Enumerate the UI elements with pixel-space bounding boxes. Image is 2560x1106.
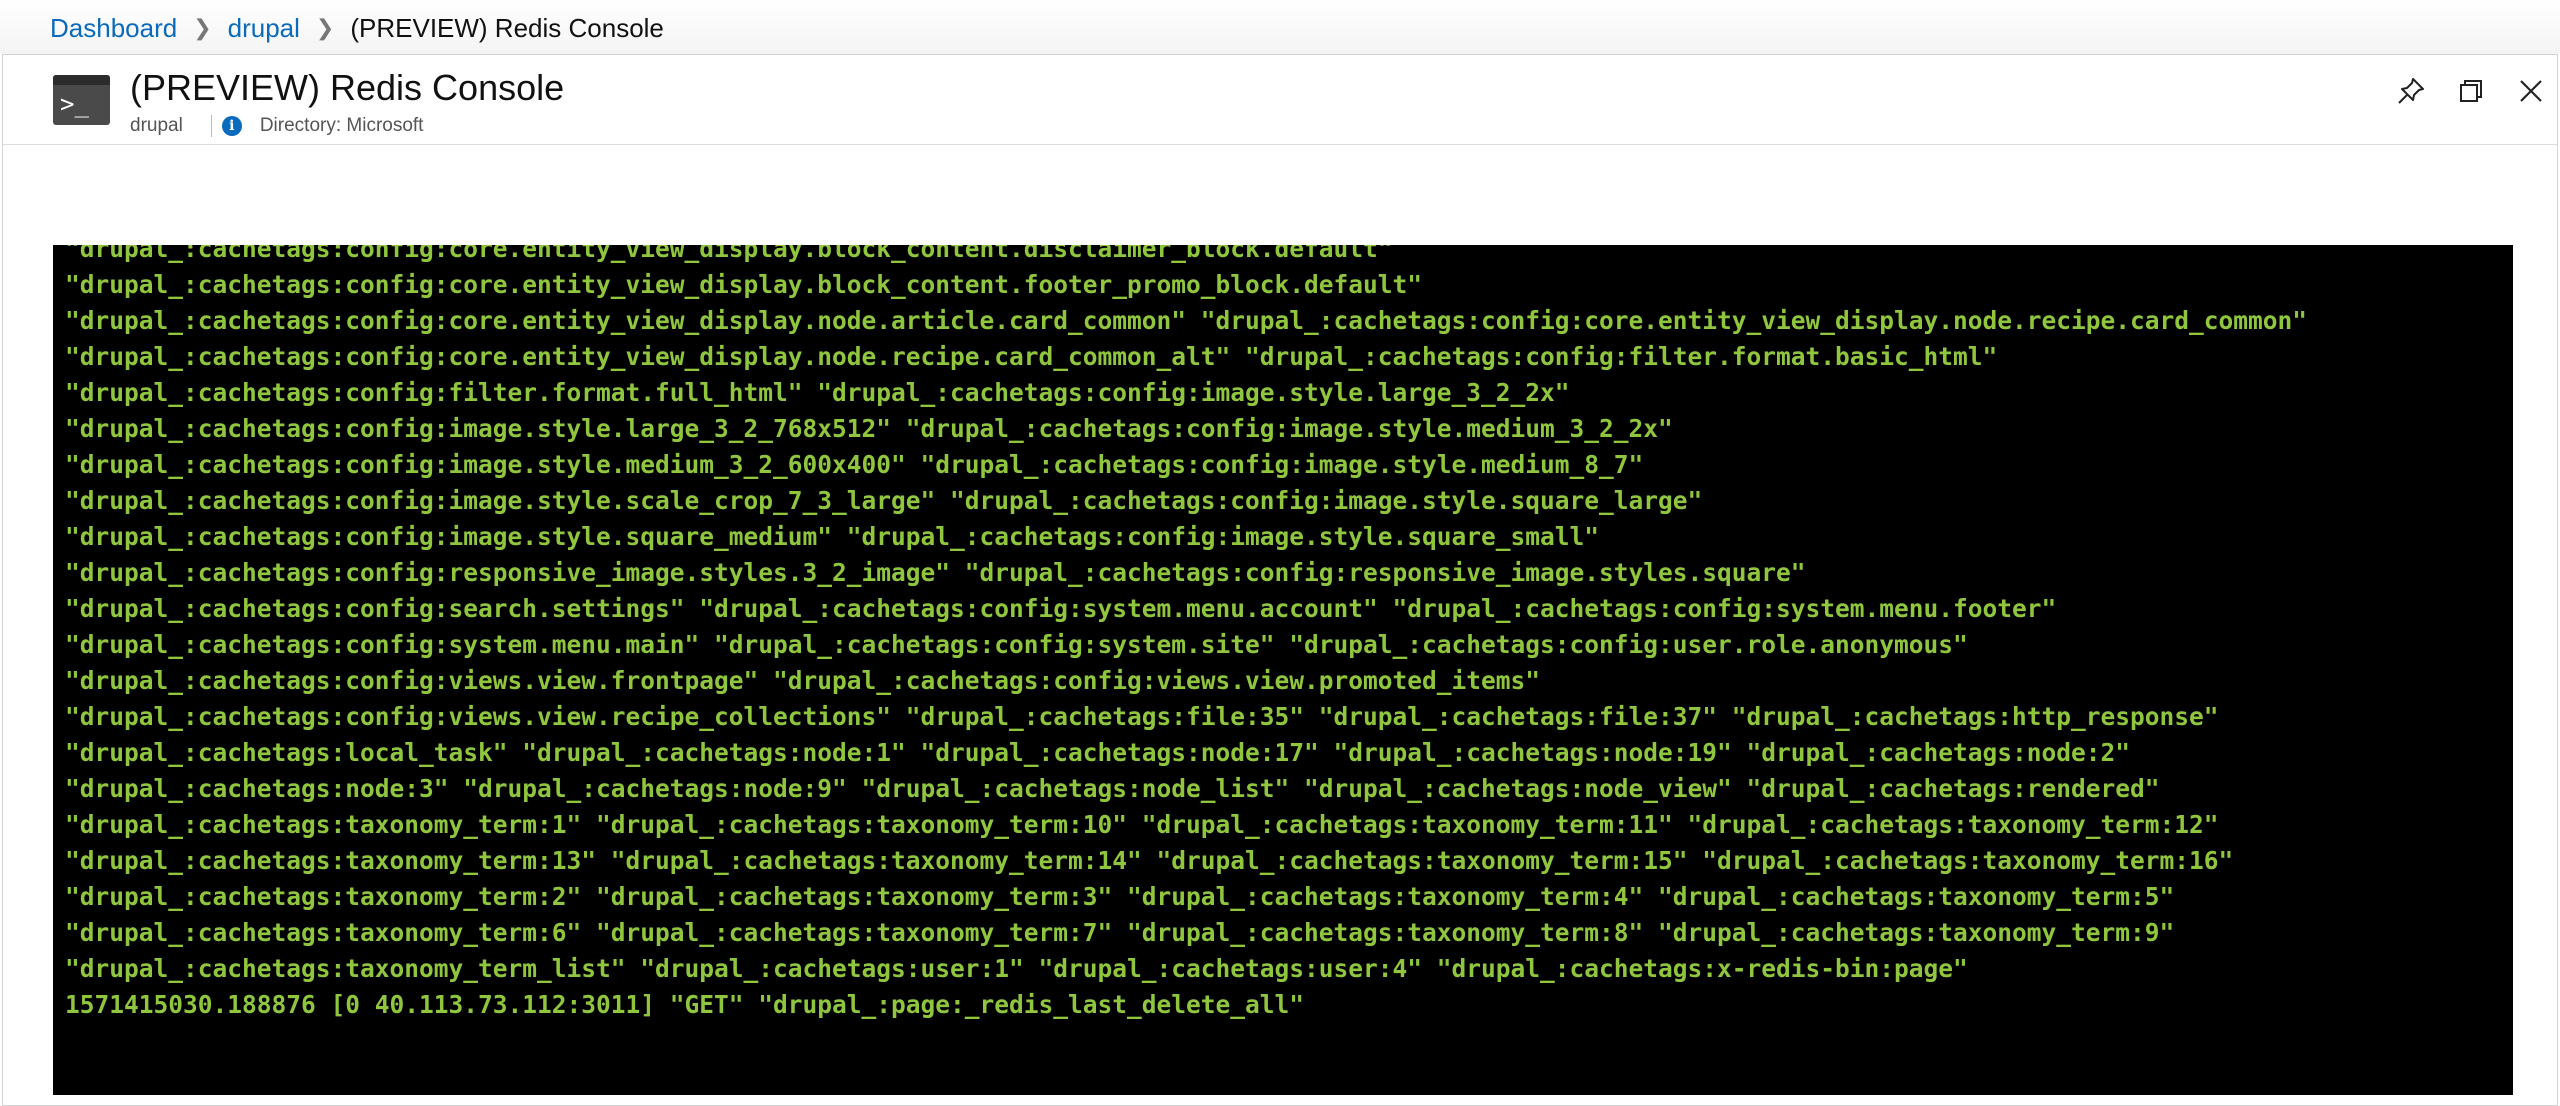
console-line: "drupal_:cachetags:config:responsive_ima… [65, 558, 1806, 587]
console-line: "drupal_:cachetags:config:views.view.fro… [65, 666, 1541, 695]
breadcrumb-drupal[interactable]: drupal [228, 13, 300, 44]
page-title: (PREVIEW) Redis Console [130, 67, 565, 108]
console-line: "drupal_:cachetags:config:image.style.sc… [65, 486, 1703, 515]
console-line: "drupal_:cachetags:config:filter.format.… [65, 378, 1570, 407]
close-icon [2520, 80, 2542, 102]
console-line: "drupal_:cachetags:config:core.entity_vi… [65, 270, 1423, 299]
resource-name: drupal [130, 115, 183, 136]
subtitle-divider [210, 115, 212, 137]
maximize-button[interactable] [2451, 71, 2491, 111]
breadcrumb: Dashboard ❯ drupal ❯ (PREVIEW) Redis Con… [50, 12, 664, 44]
breadcrumb-dashboard[interactable]: Dashboard [50, 13, 177, 44]
pin-button[interactable] [2391, 71, 2431, 111]
redis-console-output[interactable]: "drupal_:cachetags:config:core.entity_vi… [53, 245, 2513, 1095]
breadcrumb-current: (PREVIEW) Redis Console [350, 12, 664, 43]
console-line: "drupal_:cachetags:config:image.style.sq… [65, 522, 1600, 551]
console-line: "drupal_:cachetags:taxonomy_term:2" "dru… [65, 882, 2175, 911]
redis-console-blade: >_ (PREVIEW) Redis Console drupal i Dire… [2, 54, 2558, 1106]
console-line: "drupal_:cachetags:config:search.setting… [65, 594, 2057, 623]
console-line: "drupal_:cachetags:taxonomy_term:13" "dr… [65, 846, 2234, 875]
directory-label: Directory: Microsoft [259, 115, 424, 136]
console-line: "drupal_:cachetags:config:image.style.me… [65, 450, 1644, 479]
console-line: "drupal_:cachetags:taxonomy_term:1" "dru… [65, 810, 2219, 839]
close-button[interactable] [2511, 71, 2551, 111]
console-line: "drupal_:cachetags:local_task" "drupal_:… [65, 738, 2131, 767]
console-line: "drupal_:cachetags:config:core.entity_vi… [65, 245, 1393, 263]
console-lines: "drupal_:cachetags:config:core.entity_vi… [65, 245, 2307, 1023]
pin-icon [2398, 78, 2424, 104]
console-line: "drupal_:cachetags:node:3" "drupal_:cach… [65, 774, 2160, 803]
chevron-right-icon: ❯ [315, 15, 335, 40]
blade-header: >_ (PREVIEW) Redis Console drupal i Dire… [3, 55, 2557, 145]
console-icon: >_ [53, 75, 110, 125]
info-icon: i [221, 116, 242, 136]
console-line: "drupal_:cachetags:config:image.style.la… [65, 414, 1673, 443]
console-line: "drupal_:cachetags:config:core.entity_vi… [65, 342, 1998, 371]
restore-icon [2460, 80, 2482, 102]
chevron-right-icon: ❯ [193, 15, 212, 40]
console-line: "drupal_:cachetags:config:system.menu.ma… [65, 630, 1968, 659]
blade-subtitle: drupal i Directory: Microsoft [130, 113, 423, 139]
top-bar: Dashboard ❯ drupal ❯ (PREVIEW) Redis Con… [0, 0, 2560, 54]
console-line: "drupal_:cachetags:config:views.view.rec… [65, 702, 2219, 731]
console-line: 1571415030.188876 [0 40.113.73.112:3011]… [65, 990, 1305, 1019]
console-line: "drupal_:cachetags:config:core.entity_vi… [65, 306, 2308, 335]
console-line: "drupal_:cachetags:taxonomy_term:6" "dru… [65, 918, 2175, 947]
console-line: "drupal_:cachetags:taxonomy_term_list" "… [65, 954, 1968, 983]
